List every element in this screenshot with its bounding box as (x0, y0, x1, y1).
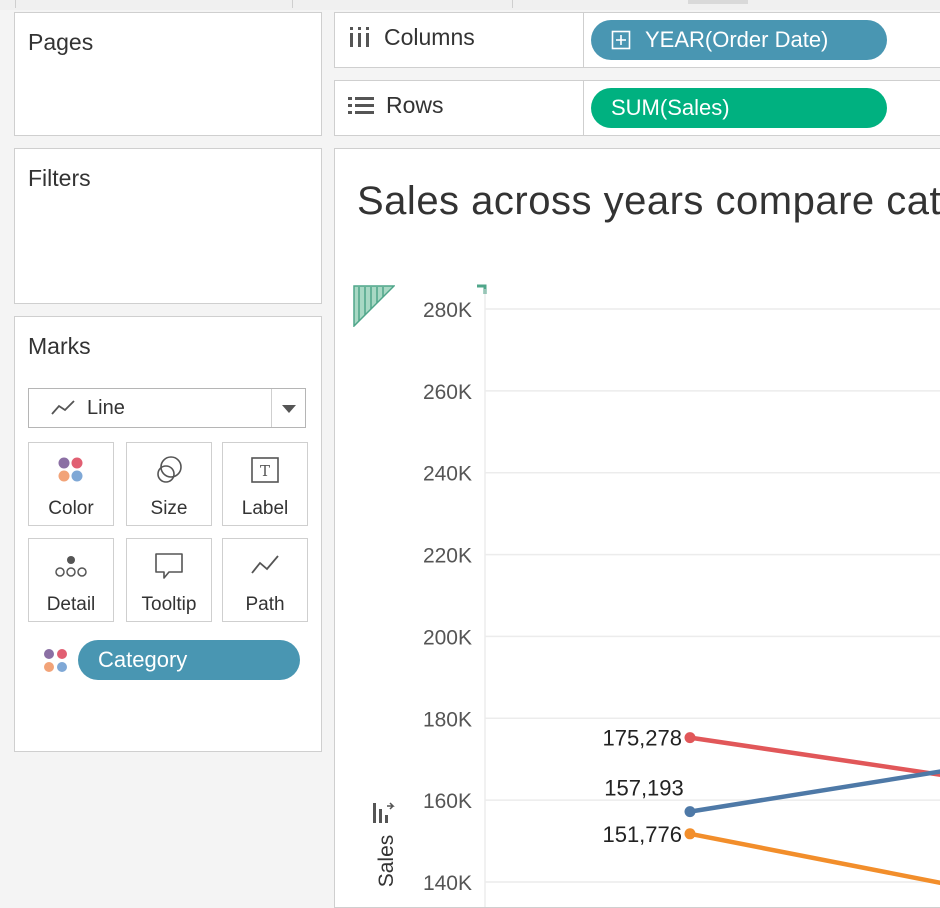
label-label: Label (241, 498, 289, 519)
label-button[interactable]: T Label (222, 442, 308, 526)
shelf-divider (583, 13, 584, 67)
size-label: Size (150, 498, 188, 519)
line-mark-icon (51, 400, 75, 415)
columns-icon (350, 26, 369, 47)
y-tick-label: 160K (423, 790, 472, 813)
mark-type-dropdown[interactable]: Line (28, 388, 306, 428)
columns-shelf[interactable]: Columns YEAR(Order Date) (334, 12, 940, 68)
size-icon (157, 456, 182, 483)
data-point (684, 828, 696, 840)
path-button[interactable]: Path (222, 538, 308, 622)
y-tick-label: 240K (423, 463, 472, 486)
year-order-date-pill[interactable]: YEAR(Order Date) (591, 20, 887, 60)
y-tick-label: 260K (423, 381, 472, 404)
columns-pill-label: YEAR(Order Date) (645, 27, 829, 52)
pages-title: Pages (28, 29, 94, 55)
columns-label: Columns (384, 24, 475, 50)
label-icon: T (251, 457, 279, 483)
axis-corner-bracket (477, 284, 487, 294)
detail-label: Detail (46, 594, 96, 615)
svg-text:T: T (260, 462, 270, 480)
sales-line-chart: 140K 160K 180K 200K 220K 240K 260K 280K Sales 175… (373, 284, 940, 907)
tooltip-icon (155, 553, 183, 579)
y-tick-label: 140K (423, 872, 472, 895)
y-tick-label: 280K (423, 299, 472, 322)
rows-label: Rows (386, 92, 444, 118)
dropdown-separator (271, 389, 272, 427)
detail-icon (55, 556, 87, 577)
mark-type-label: Line (87, 397, 125, 419)
y-axis-title: Sales (375, 835, 398, 888)
data-label: 175,278 (602, 726, 682, 751)
tooltip-label: Tooltip (141, 594, 197, 615)
strip-tab[interactable] (688, 0, 748, 4)
data-point (684, 806, 696, 818)
columns-shelf-label: Columns (348, 24, 475, 51)
marks-card: Marks Line Color Size T Label Detail Too… (14, 316, 322, 752)
y-tick-label: 180K (423, 708, 472, 731)
shelf-divider (583, 81, 584, 135)
path-label: Path (245, 594, 285, 615)
size-button[interactable]: Size (126, 442, 212, 526)
data-label: 151,776 (602, 822, 682, 847)
rows-icon (348, 96, 374, 114)
data-point (684, 732, 696, 744)
category-pill[interactable]: Category (78, 640, 300, 680)
sum-sales-pill[interactable]: SUM(Sales) (591, 88, 887, 128)
strip-divider (512, 0, 513, 8)
marks-title: Marks (28, 333, 91, 359)
strip-divider (292, 0, 293, 8)
y-tick-label: 220K (423, 545, 472, 568)
viz-pane: Sales across years compare cat 140K 160K 1… (334, 148, 940, 908)
pages-card[interactable]: Pages (14, 12, 322, 136)
strip-divider (15, 0, 16, 8)
color-icon (44, 649, 67, 672)
detail-button[interactable]: Detail (28, 538, 114, 622)
top-strip (0, 0, 940, 10)
rows-shelf[interactable]: Rows SUM(Sales) (334, 80, 940, 136)
series-line (687, 831, 940, 886)
path-icon (251, 555, 279, 574)
color-button[interactable]: Color (28, 442, 114, 526)
y-tick-label: 200K (423, 626, 472, 649)
sort-icon[interactable] (373, 802, 395, 823)
tooltip-button[interactable]: Tooltip (126, 538, 212, 622)
series-line (687, 769, 940, 814)
filters-card[interactable]: Filters (14, 148, 322, 304)
color-icon (58, 457, 83, 482)
filters-title: Filters (28, 165, 91, 191)
chevron-down-icon[interactable] (281, 404, 297, 414)
series-line (687, 735, 940, 777)
rows-shelf-label: Rows (348, 92, 444, 119)
expand-icon[interactable] (611, 30, 631, 50)
color-label: Color (48, 498, 94, 519)
data-label: 157,193 (604, 776, 684, 801)
